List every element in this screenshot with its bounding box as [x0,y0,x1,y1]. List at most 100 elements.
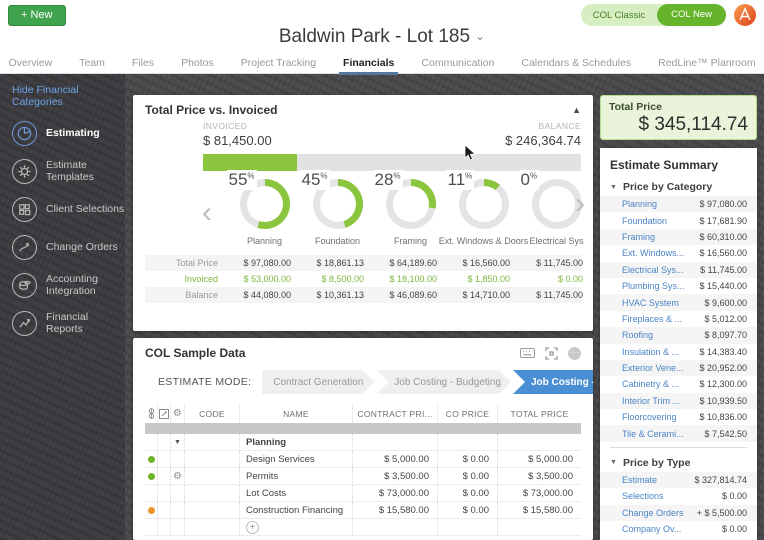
row-settings-icon[interactable]: ⚙ [173,471,182,482]
summary-category-row: Fireplaces & ... $ 5,012.00 [622,313,747,324]
col-version-toggle[interactable]: COL Classic COL New [580,4,726,26]
table-row-lot-costs[interactable]: Lot Costs $ 73,000.00 $ 0.00 $ 73,000.00 [145,485,581,502]
sidebar-item-financial-reports[interactable]: Financial Reports [12,310,125,336]
summary-type-row: Company Ov... $ 0.00 [622,524,747,535]
new-button[interactable]: + New [8,5,66,26]
carousel-prev-icon[interactable]: ‹ [202,188,212,238]
keyboard-icon[interactable] [520,348,535,358]
summary-category-row: Tile & Cerami... $ 7,542.50 [600,425,757,442]
tab-financials[interactable]: Financials [339,52,399,75]
tab-project-tracking[interactable]: Project Tracking [241,52,316,74]
invoiced-label: INVOICED [203,121,248,131]
category-link[interactable]: Insulation & ... [622,347,679,357]
summary-category-row: Planning $ 97,080.00 [600,196,757,213]
tab-files[interactable]: Files [132,52,154,74]
type-link[interactable]: Selections [622,491,664,501]
summary-category-row: Foundation $ 17,681.90 [622,215,747,226]
carousel-next-icon[interactable]: › [575,179,585,229]
category-comparison-table: Total Price $ 97,080.00 $ 18,861.13 $ 64… [145,255,583,303]
category-link[interactable]: Roofing [622,330,653,340]
hide-financial-categories-link[interactable]: Hide Financial Categories [12,84,125,108]
category-link[interactable]: Interior Trim ... [622,396,680,406]
toggle-col-new[interactable]: COL New [657,4,726,26]
project-dropdown-icon[interactable]: ⌄ [475,29,485,43]
sidebar-item-client-selections[interactable]: Client Selections [12,196,125,222]
collapse-card-icon[interactable]: ▲ [572,105,581,115]
category-link[interactable]: Cabinetry & ... [622,379,679,389]
mode-step-job-costing-budgeting[interactable]: Job Costing - Budgeting [376,370,511,394]
category-link[interactable]: Exterior Vene... [622,363,684,373]
category-link[interactable]: Framing [622,232,655,242]
column-header-total-price[interactable]: TOTAL PRICE [498,404,581,423]
price-by-category-section-header[interactable]: ▼ Price by Category [600,181,757,193]
panel-title: Estimate Summary [610,158,719,172]
settings-column-icon[interactable]: ⚙ [171,404,185,423]
price-by-type-section-header[interactable]: ▼ Price by Type [600,457,757,469]
sidebar-item-estimating[interactable]: Estimating [12,120,125,146]
total-price-box: Total Price $ 345,114.74 [600,95,757,140]
table-row-total-price: Total Price $ 97,080.00 $ 18,861.13 $ 64… [145,255,583,271]
category-link[interactable]: Floorcovering [622,412,677,422]
donut-chart: 11% [445,170,509,229]
expand-icon[interactable] [545,346,558,360]
category-donut-carousel: ‹ 55% Planning 45% Foundation 28% Framin… [145,170,585,246]
category-link[interactable]: Ext. Windows... [622,248,684,258]
column-header-name[interactable]: NAME [240,404,353,423]
tab-calendars-schedules[interactable]: Calendars & Schedules [521,52,631,74]
tab-communication[interactable]: Communication [421,52,494,74]
donut-chart: 55% [226,170,290,229]
add-line-item-icon[interactable]: + [246,520,259,534]
section-collapse-icon[interactable]: ▼ [610,184,617,191]
col-sample-data-card: COL Sample Data ··· ESTIMATE MODE: Contr… [133,338,593,540]
summary-category-row: Framing $ 60,310.00 [600,228,757,246]
invoiced-progress-bar [203,154,581,171]
summary-category-row: Floorcovering $ 10,836.00 [622,412,747,423]
table-divider-band [145,423,581,434]
coins-icon [12,272,37,298]
category-link[interactable]: Fireplaces & ... [622,314,682,324]
category-link[interactable]: HVAC System [622,298,679,308]
table-row-construction-financing[interactable]: Construction Financing $ 15,580.00 $ 0.0… [145,502,581,519]
status-dot-orange [147,506,155,514]
estimate-mode-selector: ESTIMATE MODE: Contract Generation Job C… [145,370,581,394]
type-link[interactable]: Change Orders [622,508,684,518]
group-collapse-icon[interactable]: ▼ [171,434,185,450]
more-options-icon[interactable]: ··· [568,346,581,360]
summary-type-row: Estimate $ 327,814.74 [600,471,757,489]
column-header-co-price[interactable]: CO PRICE [438,404,498,423]
summary-category-row: Cabinetry & ... $ 12,300.00 [622,379,747,390]
mode-step-job-costing-invoicing[interactable]: Job Costing - Invoicing [513,370,593,394]
toggle-col-classic[interactable]: COL Classic [581,10,657,21]
category-link[interactable]: Tile & Cerami... [622,429,684,439]
sidebar-item-estimate-templates[interactable]: Estimate Templates [12,158,125,184]
category-donut-planning: 55% Planning [226,170,301,246]
column-header-code[interactable]: CODE [185,404,240,423]
sidebar-item-accounting-integration[interactable]: Accounting Integration [12,272,125,298]
type-link[interactable]: Estimate [622,475,657,485]
table-row-design-services[interactable]: Design Services $ 5,000.00 $ 0.00 $ 5,00… [145,451,581,468]
sidebar-item-change-orders[interactable]: Change Orders [12,234,125,260]
mode-step-contract-generation[interactable]: Contract Generation [262,370,374,394]
balance-value: $ 246,364.74 [505,133,581,148]
category-link[interactable]: Foundation [622,216,667,226]
tab-team[interactable]: Team [79,52,105,74]
summary-category-row: Insulation & ... $ 14,383.40 [622,346,747,357]
tab-photos[interactable]: Photos [181,52,214,74]
column-header-contract-price[interactable]: CONTRACT PRI... [353,404,438,423]
category-link[interactable]: Planning [622,199,657,209]
edit-column-icon[interactable] [158,404,171,423]
estimate-mode-label: ESTIMATE MODE: [158,376,252,388]
tab-redline-planroom[interactable]: RedLine™ Planroom [658,52,755,74]
add-line-item-row: + [145,519,581,536]
type-link[interactable]: Company Ov... [622,524,681,534]
category-link[interactable]: Electrical Sys... [622,265,684,275]
total-price-label: Total Price [609,101,662,113]
table-row-permits[interactable]: ⚙ Permits $ 3,500.00 $ 0.00 $ 3,500.00 [145,468,581,485]
category-link[interactable]: Plumbing Sys... [622,281,685,291]
group-row-planning[interactable]: ▼ Planning [145,434,581,451]
top-bar: + New COL Classic COL New Baldwin Park -… [0,0,764,75]
dollar-column-icon[interactable] [145,404,158,423]
section-collapse-icon[interactable]: ▼ [610,459,617,466]
tab-overview[interactable]: Overview [8,52,52,74]
app-logo-icon[interactable] [734,4,756,26]
